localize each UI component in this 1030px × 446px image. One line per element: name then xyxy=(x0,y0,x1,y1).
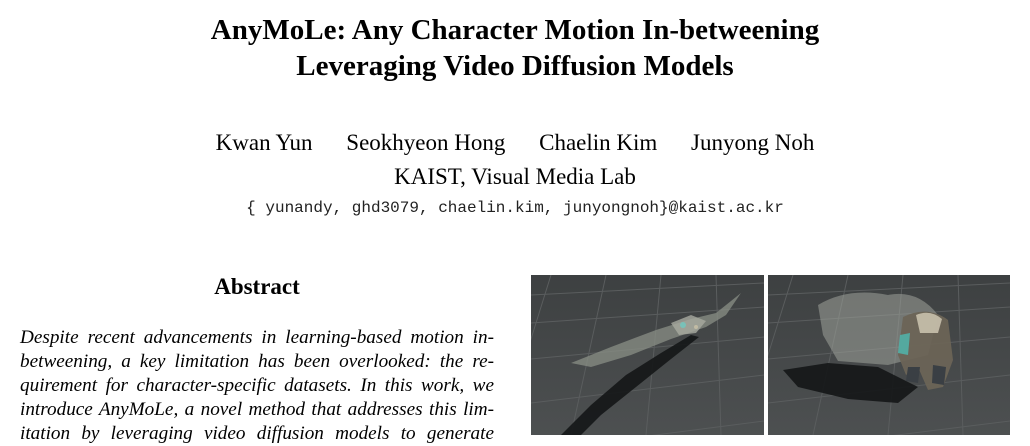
author-name: Chaelin Kim xyxy=(539,130,658,155)
abstract-heading: Abstract xyxy=(214,274,300,299)
author-name: Kwan Yun xyxy=(215,130,313,155)
abstract-line: introduce AnyMoLe, a novel method that a… xyxy=(20,399,494,420)
abstract-line: betweening, a key limitation has been ov… xyxy=(20,351,494,372)
abstract-line: Despite recent advancements in learning-… xyxy=(20,327,494,348)
figure-render-right xyxy=(768,275,1010,435)
render-right-image xyxy=(768,275,1010,435)
paper-title-line-2: Leveraging Video Diffusion Models xyxy=(296,50,734,82)
affiliation: KAIST, Visual Media Lab xyxy=(394,164,636,189)
paper-title-line-1: AnyMoLe: Any Character Motion In-between… xyxy=(210,14,820,46)
abstract-line: itation by leveraging video diffusion mo… xyxy=(20,423,494,444)
paper-title: AnyMoLe: Any Character Motion In-between… xyxy=(0,12,1030,84)
author-name: Junyong Noh xyxy=(691,130,815,155)
author-name: Seokhyeon Hong xyxy=(346,130,506,155)
author-list: Kwan Yun Seokhyeon Hong Chaelin Kim Juny… xyxy=(0,128,1030,158)
abstract-text: Despite recent advancements in learning-… xyxy=(20,326,494,446)
figure-render-left xyxy=(531,275,764,435)
abstract-line: quirement for character-specific dataset… xyxy=(20,375,494,396)
author-emails: { yunandy, ghd3079, chaelin.kim, junyong… xyxy=(246,199,784,217)
render-left-image xyxy=(531,275,764,435)
